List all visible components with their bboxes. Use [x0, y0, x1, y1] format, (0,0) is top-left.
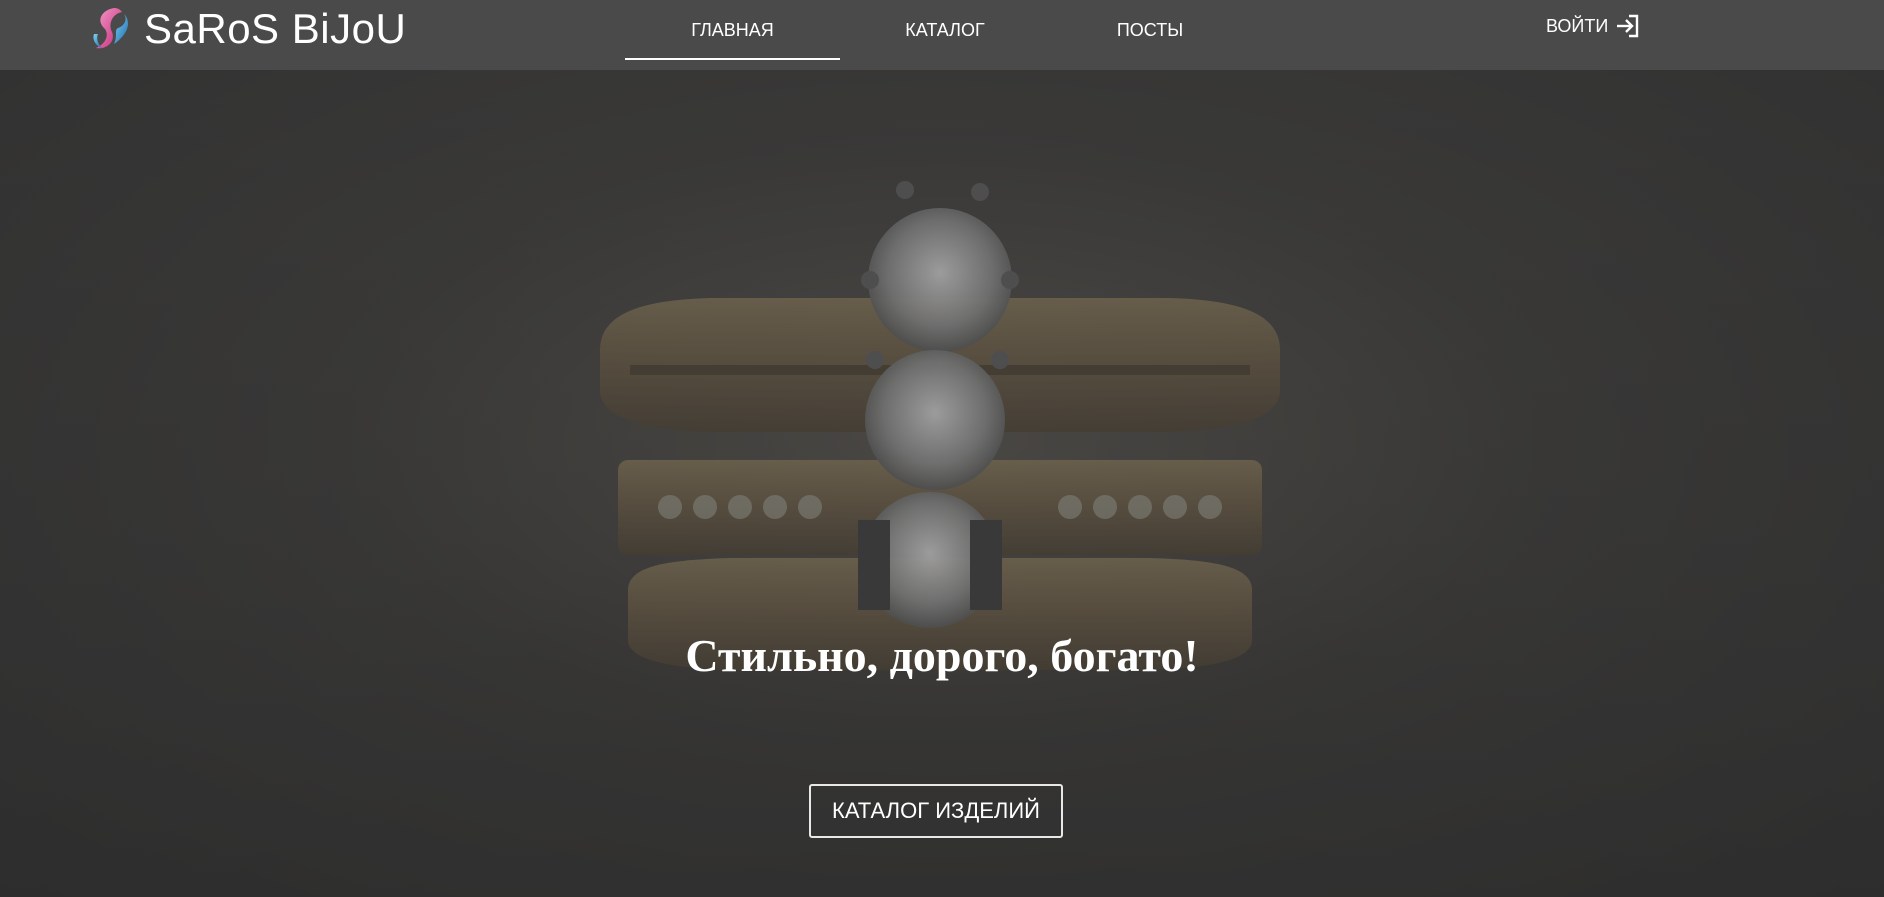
catalog-cta-button[interactable]: КАТАЛОГ ИЗДЕЛИЙ	[809, 784, 1063, 838]
sign-in-icon	[1617, 14, 1639, 38]
page: SaRoS BiJoU ГЛАВНАЯ КАТАЛОГ ПОСТЫ ВОЙТИ	[0, 0, 1884, 897]
brand-name: SaRoS BiJoU	[144, 5, 407, 52]
nav-item-posts[interactable]: ПОСТЫ	[1050, 0, 1250, 60]
login-label: ВОЙТИ	[1546, 15, 1609, 36]
hero-section: Стильно, дорого, богато! КАТАЛОГ ИЗДЕЛИЙ	[0, 70, 1884, 897]
site-header: SaRoS BiJoU ГЛАВНАЯ КАТАЛОГ ПОСТЫ ВОЙТИ	[0, 0, 1884, 70]
nav-item-home[interactable]: ГЛАВНАЯ	[625, 0, 840, 60]
swirl-s-logo-icon	[93, 8, 128, 49]
login-button[interactable]: ВОЙТИ	[1546, 12, 1642, 40]
nav-item-catalog[interactable]: КАТАЛОГ	[840, 0, 1050, 60]
hero-title: Стильно, дорого, богато!	[685, 630, 1199, 681]
main-nav: ГЛАВНАЯ КАТАЛОГ ПОСТЫ	[625, 0, 1250, 60]
hero-overlay	[0, 70, 1884, 897]
brand-logo-link[interactable]: SaRoS BiJoU	[84, 4, 406, 54]
